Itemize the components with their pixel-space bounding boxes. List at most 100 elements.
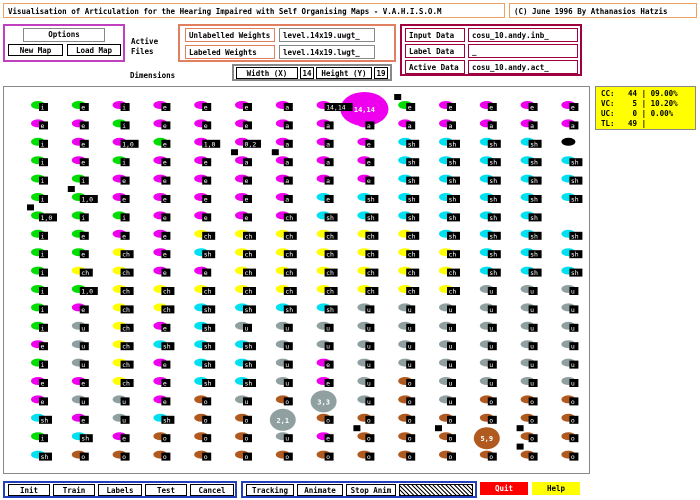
- map-node-label: u: [285, 361, 289, 369]
- weights-panel: Unlabelled Weights level.14x19.uwgt_ Lab…: [178, 24, 396, 62]
- map-node-label: ch: [326, 251, 334, 259]
- map-node-label: e: [163, 140, 167, 148]
- map-node-label: a: [530, 122, 534, 130]
- map-node-label: 3,3: [317, 398, 330, 406]
- map-node-label: a: [285, 159, 289, 167]
- map-node-label: e: [326, 361, 330, 369]
- map-node-label: u: [530, 380, 534, 388]
- stop-animation-button[interactable]: Stop Anim: [346, 484, 396, 496]
- map-node-label: u: [449, 306, 453, 314]
- map-node-label: sh: [326, 306, 334, 314]
- load-map-button[interactable]: Load Map: [67, 44, 121, 56]
- map-node-label: ch: [245, 288, 253, 296]
- map-node-label: u: [449, 361, 453, 369]
- map-marker: [435, 425, 442, 432]
- map-node-label: o: [163, 435, 167, 443]
- map-node-label: o: [408, 416, 412, 424]
- map-node-label: sh: [489, 196, 497, 204]
- map-node-label: o: [449, 416, 453, 424]
- unlabelled-weights-field[interactable]: level.14x19.uwgt_: [279, 28, 375, 42]
- map-node-label: sh: [571, 177, 579, 185]
- map-node-label: e: [81, 159, 85, 167]
- map-node-label: e: [245, 196, 249, 204]
- init-button[interactable]: Init: [8, 484, 50, 496]
- map-node-label: e: [204, 214, 208, 222]
- map-node-label: i: [41, 306, 45, 314]
- map-node-label: e: [326, 196, 330, 204]
- map-node-label: e: [367, 140, 371, 148]
- map-node-label: e: [81, 232, 85, 240]
- active-data-field[interactable]: cosu_10.andy.act_: [468, 60, 578, 74]
- map-node-label: ch: [408, 251, 416, 259]
- map-node-label: u: [449, 343, 453, 351]
- map-node-label: e: [163, 324, 167, 332]
- labelled-weights-field[interactable]: level.14x19.lwgt_: [279, 45, 375, 59]
- cancel-button[interactable]: Cancel: [190, 484, 234, 496]
- map-node-label: o: [489, 416, 493, 424]
- map-node-label: sh: [326, 214, 334, 222]
- map-node-label: i: [81, 214, 85, 222]
- map-node-label: u: [122, 398, 126, 406]
- tracking-button[interactable]: Tracking: [246, 484, 294, 496]
- map-node-label: o: [285, 453, 289, 461]
- map-node-label: sh: [245, 361, 253, 369]
- height-field[interactable]: 19: [374, 67, 388, 79]
- map-node-label: u: [571, 306, 575, 314]
- map-node-label: u: [326, 324, 330, 332]
- map-node-label: ch: [122, 288, 130, 296]
- map-node-label: 0,2: [245, 140, 257, 148]
- new-map-button[interactable]: New Map: [8, 44, 63, 56]
- map-node-label: sh: [571, 196, 579, 204]
- map-node-label: o: [245, 435, 249, 443]
- map-node-label: o: [530, 398, 534, 406]
- map-node-label: u: [530, 288, 534, 296]
- training-controls: Init Train Labels Test Cancel: [3, 481, 237, 498]
- map-node-label: sh: [408, 159, 416, 167]
- test-button[interactable]: Test: [145, 484, 187, 496]
- map-node-label: o: [81, 453, 85, 461]
- app-title: Visualisation of Articulation for the He…: [3, 3, 505, 18]
- label-data-field[interactable]: _: [468, 44, 578, 58]
- som-map[interactable]: 14,14 5,9 3,3 2,1 i e i e e e a 14,14 e e e e e e e i e e e a a a…: [4, 87, 589, 473]
- train-button[interactable]: Train: [53, 484, 95, 496]
- map-node-label: sh: [530, 140, 538, 148]
- map-marker: [394, 94, 402, 100]
- map-node-label: o: [489, 453, 493, 461]
- quit-button[interactable]: Quit: [480, 482, 528, 495]
- width-field[interactable]: 14: [300, 67, 314, 79]
- map-node-label: sh: [367, 196, 375, 204]
- animate-button[interactable]: Animate: [297, 484, 343, 496]
- map-node-label: sh: [530, 269, 538, 277]
- map-node-label: a: [285, 177, 289, 185]
- map-node-label: i: [81, 177, 85, 185]
- map-node-label: ch: [81, 269, 89, 277]
- stat-count: 49: [628, 119, 638, 128]
- map-node-label: u: [408, 324, 412, 332]
- map-node-label: e: [81, 251, 85, 259]
- stat-row: TL: 49 |: [601, 119, 651, 128]
- map-node-label: sh: [204, 324, 212, 332]
- map-node-label: e: [81, 104, 85, 112]
- map-node-label: i: [41, 435, 45, 443]
- map-node-label: e: [81, 140, 85, 148]
- map-node-label: sh: [408, 196, 416, 204]
- map-node-label: ch: [122, 380, 130, 388]
- map-node-label: u: [367, 324, 371, 332]
- map-node-label: u: [489, 380, 493, 388]
- map-node-label: o: [367, 416, 371, 424]
- map-node-label: u: [81, 324, 85, 332]
- map-node-label: o: [449, 453, 453, 461]
- map-node-label: e: [41, 398, 45, 406]
- labels-button[interactable]: Labels: [98, 484, 142, 496]
- map-node-label: u: [326, 343, 330, 351]
- help-button[interactable]: Help: [532, 482, 580, 495]
- map-node-label: e: [163, 159, 167, 167]
- map-node-label: sh: [408, 214, 416, 222]
- map-node-label: sh: [530, 159, 538, 167]
- map-node-label: a: [285, 140, 289, 148]
- map-node-label: e: [245, 214, 249, 222]
- map-node-label: o: [245, 453, 249, 461]
- map-node-label: u: [571, 380, 575, 388]
- map-marker: [271, 149, 279, 156]
- input-data-field[interactable]: cosu_10.andy.inb_: [468, 28, 578, 42]
